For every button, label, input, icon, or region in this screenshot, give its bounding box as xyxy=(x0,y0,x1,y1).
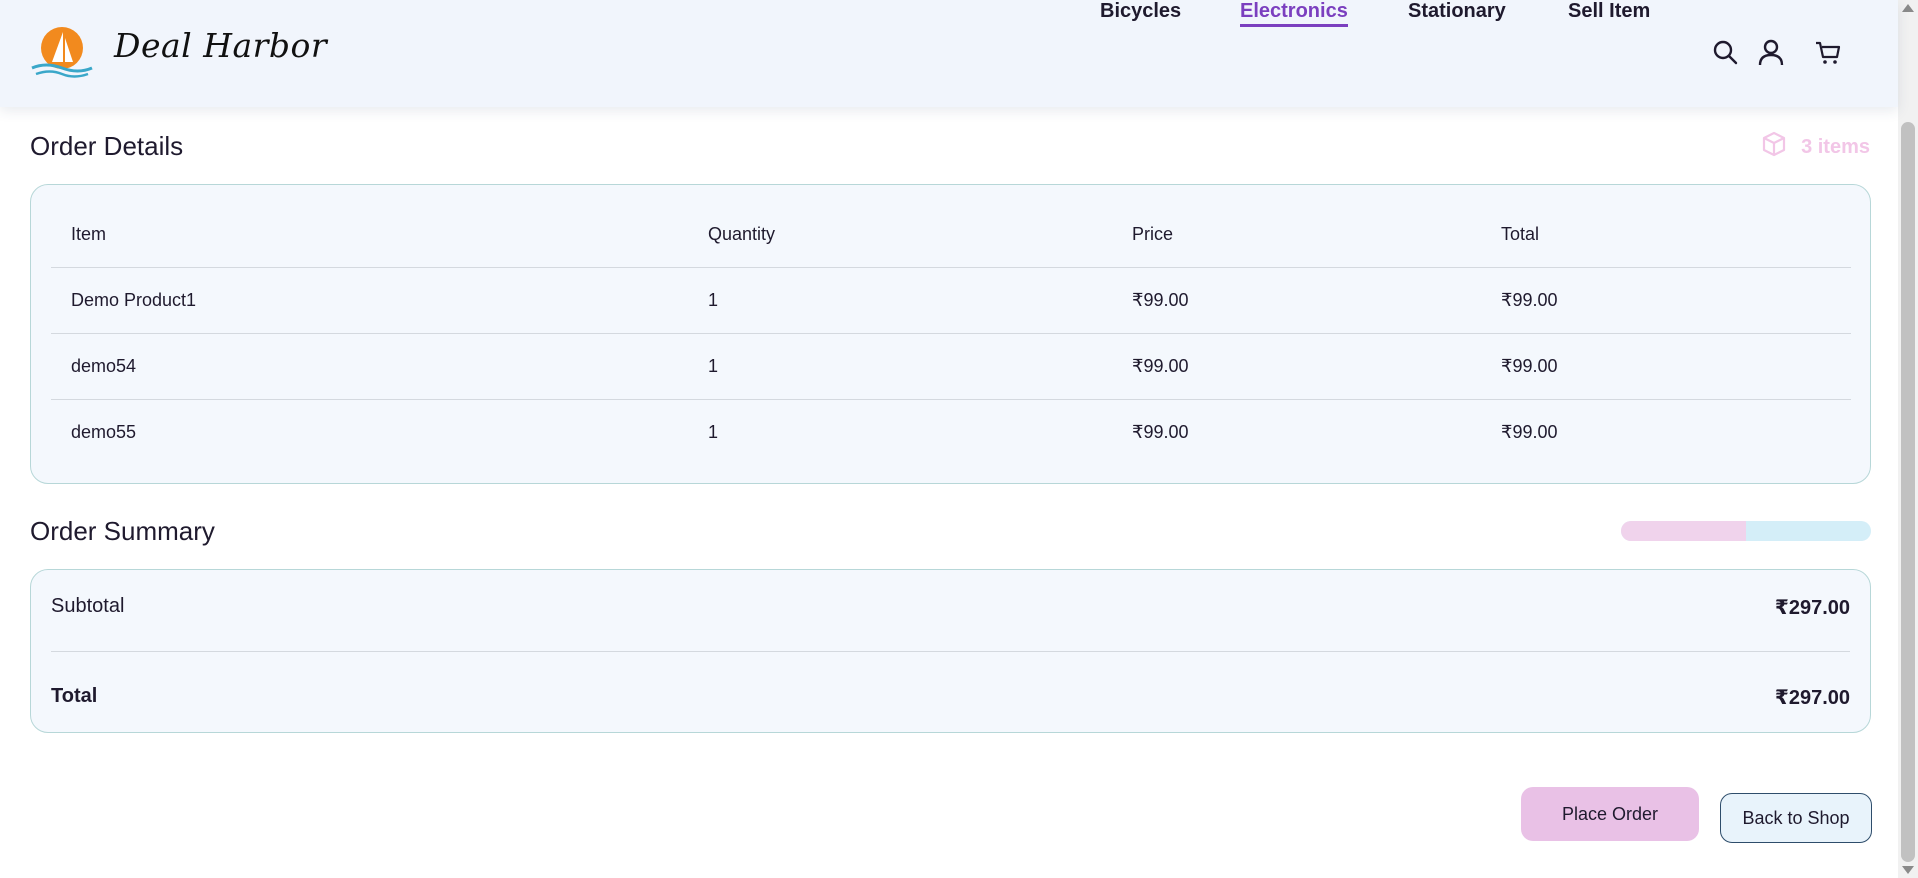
cell-total: ₹99.00 xyxy=(1481,333,1851,400)
item-count-badge: 3 items xyxy=(1761,131,1870,163)
order-details-card: Item Quantity Price Total Demo Product1 … xyxy=(30,184,1871,484)
user-icon[interactable] xyxy=(1757,38,1785,66)
scroll-down-arrow-icon[interactable] xyxy=(1902,866,1914,874)
package-icon xyxy=(1761,131,1787,163)
cell-item: demo54 xyxy=(51,333,688,400)
back-to-shop-button[interactable]: Back to Shop xyxy=(1720,793,1872,843)
order-progress-bar xyxy=(1621,521,1871,541)
column-header-price: Price xyxy=(1112,203,1481,268)
column-header-quantity: Quantity xyxy=(688,203,1112,268)
site-header: Deal Harbor Bicycles Electronics Station… xyxy=(0,0,1898,107)
order-table: Item Quantity Price Total Demo Product1 … xyxy=(51,203,1851,465)
search-icon[interactable] xyxy=(1711,38,1739,66)
table-row: Demo Product1 1 ₹99.00 ₹99.00 xyxy=(51,267,1851,334)
scroll-up-arrow-icon[interactable] xyxy=(1902,4,1914,12)
nav-bicycles[interactable]: Bicycles xyxy=(1100,0,1181,23)
item-count-text: 3 items xyxy=(1801,135,1870,158)
total-value: ₹297.00 xyxy=(1774,687,1850,709)
scrollbar-thumb[interactable] xyxy=(1901,122,1915,862)
column-header-item: Item xyxy=(51,203,688,268)
order-details-title: Order Details xyxy=(30,131,184,161)
logo-icon[interactable] xyxy=(30,26,94,80)
nav-electronics[interactable]: Electronics xyxy=(1240,0,1348,27)
table-row: demo54 1 ₹99.00 ₹99.00 xyxy=(51,333,1851,400)
cell-quantity: 1 xyxy=(688,267,1112,334)
cell-total: ₹99.00 xyxy=(1481,267,1851,334)
summary-divider xyxy=(51,651,1850,652)
subtotal-value: ₹297.00 xyxy=(1774,597,1850,619)
progress-fill xyxy=(1621,521,1746,541)
brand-name[interactable]: Deal Harbor xyxy=(114,26,327,65)
page-scrollbar[interactable] xyxy=(1898,0,1918,878)
cell-price: ₹99.00 xyxy=(1112,333,1481,400)
total-label: Total xyxy=(51,685,98,707)
cell-price: ₹99.00 xyxy=(1112,267,1481,334)
cell-item: Demo Product1 xyxy=(51,267,688,334)
table-row: demo55 1 ₹99.00 ₹99.00 xyxy=(51,399,1851,465)
order-summary-card: Subtotal ₹297.00 Total ₹297.00 xyxy=(30,569,1871,733)
subtotal-row: Subtotal ₹297.00 xyxy=(51,595,1850,620)
cell-quantity: 1 xyxy=(708,421,719,442)
nav-stationary[interactable]: Stationary xyxy=(1408,0,1506,23)
nav-sell-item[interactable]: Sell Item xyxy=(1568,0,1650,23)
column-header-total: Total xyxy=(1481,203,1851,268)
total-row: Total ₹297.00 xyxy=(51,685,1850,710)
place-order-button[interactable]: Place Order xyxy=(1521,787,1699,841)
cell-item: demo55 xyxy=(71,421,137,442)
cart-icon[interactable] xyxy=(1814,38,1842,66)
cell-quantity: 1 xyxy=(688,333,1112,400)
order-summary-title: Order Summary xyxy=(30,516,215,546)
cell-total: ₹99.00 xyxy=(1501,421,1558,442)
subtotal-label: Subtotal xyxy=(51,595,125,617)
cell-price: ₹99.00 xyxy=(1132,421,1189,442)
